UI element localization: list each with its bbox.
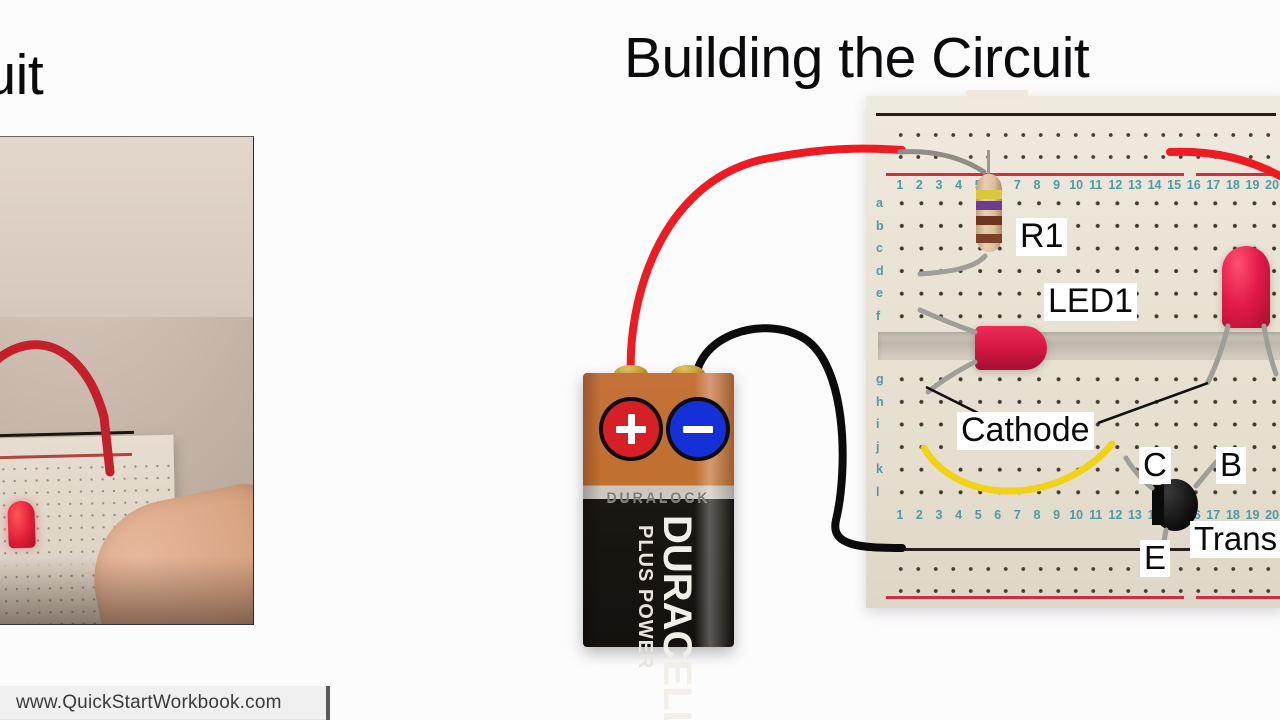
row-letter: h (876, 394, 884, 409)
callout-r1: R1 (1016, 218, 1068, 256)
column-number: 15 (1167, 178, 1182, 192)
column-number: 9 (1053, 178, 1061, 192)
column-number: 3 (935, 508, 943, 522)
column-number: 4 (955, 178, 963, 192)
positive-battery-wire (626, 144, 906, 382)
battery-minus-symbol (666, 397, 730, 461)
minus-horizontal-bar (683, 425, 713, 433)
row-letter: d (876, 263, 884, 278)
column-number: 8 (1033, 178, 1041, 192)
row-letters-lower: ghijkl (876, 368, 884, 504)
column-number: 13 (1127, 178, 1142, 192)
battery-brand-label: DURACELL (655, 515, 699, 720)
callout-led1: LED1 (1044, 283, 1138, 321)
resistor-band-1 (976, 190, 1002, 199)
resistor-band-3 (976, 216, 1002, 225)
row-letter: b (876, 218, 884, 233)
column-number: 4 (955, 508, 963, 522)
column-number: 1 (896, 508, 904, 522)
callout-cathode: Cathode (957, 412, 1094, 450)
callout-emitter: E (1140, 540, 1171, 577)
row-letter: l (876, 484, 880, 499)
top-negative-rail-line (876, 113, 1276, 116)
column-number: 2 (915, 178, 923, 192)
watermark-url: www.QuickStartWorkbook.com (16, 692, 282, 713)
breadboard-photo-inset (0, 136, 254, 625)
column-number: 3 (935, 178, 943, 192)
bottom-positive-rail-line-segment (1196, 596, 1280, 599)
column-number: 5 (974, 508, 982, 522)
photo-red-jumper-wire (0, 340, 115, 477)
column-numbers-top: 1234567891011121314151617181920 (890, 178, 1280, 192)
row-letters-upper: abcdef (876, 192, 884, 328)
callout-collector: C (1139, 447, 1171, 484)
column-number: 10 (1069, 178, 1084, 192)
column-number: 8 (1033, 508, 1041, 522)
watermark-banner: www.QuickStartWorkbook.com (0, 686, 330, 720)
photo-red-led (7, 500, 36, 549)
row-letter: g (876, 372, 884, 386)
row-letter: k (876, 462, 883, 477)
column-number: 12 (1108, 508, 1123, 522)
column-number: 9 (1053, 508, 1061, 522)
battery-plus-symbol (599, 397, 663, 461)
column-number: 10 (1069, 508, 1084, 522)
top-positive-rail-line (886, 173, 1184, 176)
bottom-positive-rail-line (886, 596, 1184, 599)
resistor-lead-top (987, 150, 990, 176)
column-number: 16 (1186, 178, 1201, 192)
row-letter: e (876, 286, 883, 301)
photo-background-upper (0, 137, 253, 317)
column-number: 19 (1245, 178, 1260, 192)
previous-slide-title-fragment: rcuit (0, 43, 44, 107)
battery-sub-brand-label: PLUS POWER (634, 525, 656, 670)
column-number: 18 (1225, 178, 1240, 192)
top-power-rail-holes (892, 124, 1280, 168)
resistor-r1 (972, 150, 1006, 258)
resistor-band-4 (976, 234, 1002, 243)
battery-duralock-band: DURALOCK (606, 489, 711, 505)
top-positive-rail-line-segment (1196, 173, 1280, 176)
row-letter: c (876, 241, 883, 256)
photo-vignette (0, 557, 253, 624)
center-channel (878, 332, 1280, 360)
row-letter: a (876, 196, 883, 210)
led1-lying (975, 326, 1047, 370)
callout-transistor: Trans (1190, 521, 1280, 558)
column-number: 17 (1206, 178, 1221, 192)
column-number: 20 (1265, 178, 1280, 192)
column-number: 14 (1147, 178, 1162, 192)
column-number: 12 (1108, 178, 1123, 192)
led-upright (1222, 246, 1270, 328)
row-letter: f (876, 308, 881, 323)
column-number: 1 (896, 178, 904, 192)
page-title: Building the Circuit (624, 26, 1090, 90)
column-number: 6 (994, 508, 1002, 522)
column-number: 11 (1089, 178, 1103, 192)
column-number: 7 (1013, 508, 1021, 522)
resistor-band-2 (976, 201, 1002, 210)
nine-volt-battery: DURALOCK DURACELL PLUS POWER (583, 365, 734, 720)
column-number: 2 (915, 508, 923, 522)
plus-vertical-bar (627, 414, 635, 444)
column-number: 13 (1127, 508, 1142, 522)
slide-canvas: rcuit Building the Circuit 1234567891011… (0, 0, 1280, 720)
row-letter: i (876, 417, 880, 432)
breadboard-notch (966, 90, 1028, 100)
row-letter: j (876, 439, 880, 454)
callout-base: B (1216, 447, 1247, 484)
column-number: 11 (1089, 508, 1103, 522)
column-number: 7 (1013, 178, 1021, 192)
